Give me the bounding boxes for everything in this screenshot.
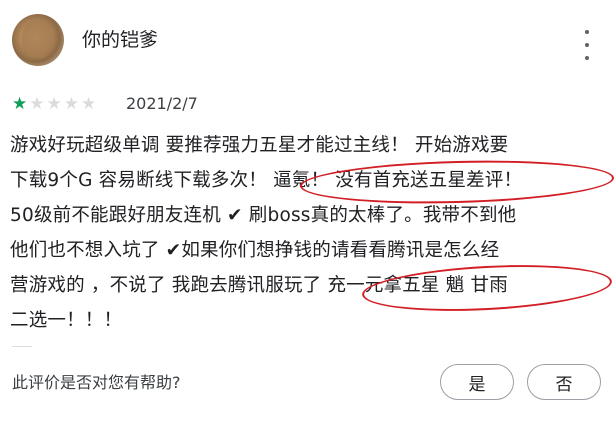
review-date: 2021/2/7 xyxy=(126,94,198,113)
review-line: 他们也不想入坑了 ✔如果你们想挣钱的请看看腾讯是怎么经 xyxy=(10,240,500,261)
review-line: 游戏好玩超级单调 要推荐强力五星才能过主线！ 开始游戏要 xyxy=(10,135,509,156)
helpful-question: 此评价是否对您有帮助? xyxy=(12,373,181,392)
avatar[interactable] xyxy=(12,14,64,66)
star-rating: ★ ★ ★ ★ ★ xyxy=(12,96,96,113)
more-vert-icon[interactable] xyxy=(580,30,594,60)
star-icon: ★ xyxy=(63,94,79,114)
review-text: 游戏好玩超级单调 要推荐强力五星才能过主线！ 开始游戏要 下载9个G 容易断线下… xyxy=(10,128,610,338)
review-line: 50级前不能跟好朋友连机 ✔ 刷boss真的太棒了。我带不到他 xyxy=(10,205,517,226)
review-line: 下载9个G 容易断线下载多次！ 逼氪！ 没有首充送五星差评！ xyxy=(10,170,523,191)
star-icon: ★ xyxy=(29,94,45,114)
reviewer-name: 你的铠爹 xyxy=(82,29,159,51)
star-icon: ★ xyxy=(46,94,62,114)
star-icon: ★ xyxy=(12,94,28,114)
star-icon: ★ xyxy=(81,94,97,114)
review-line: 二选一！！！ xyxy=(10,310,123,331)
divider xyxy=(12,346,32,347)
review-line: 营游戏的 ，不说了 我跑去腾讯服玩了 充一元拿五星 魈 甘雨 xyxy=(10,275,508,296)
no-button[interactable]: 否 xyxy=(527,364,601,400)
yes-button[interactable]: 是 xyxy=(440,364,514,400)
